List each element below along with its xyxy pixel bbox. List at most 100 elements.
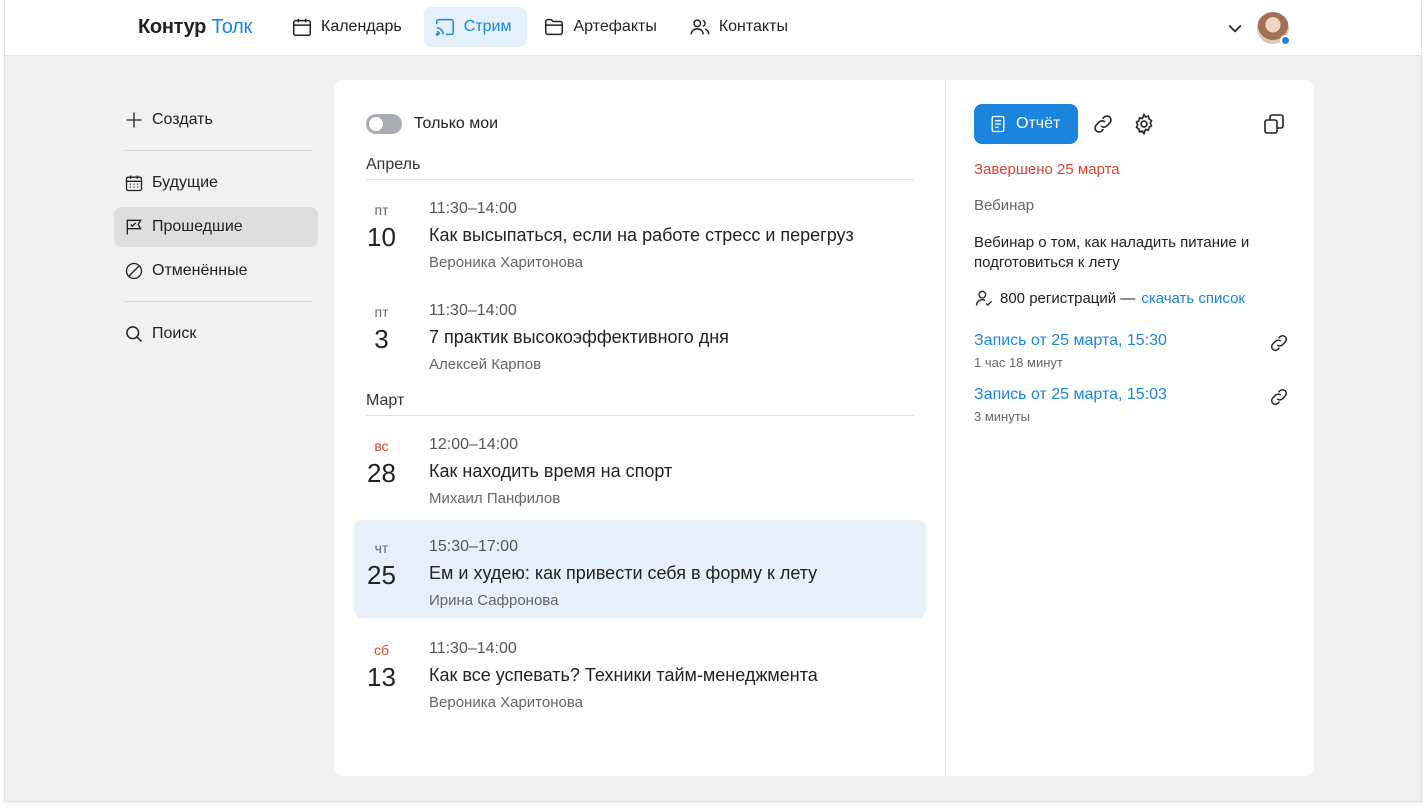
- sidebar-item-past[interactable]: Прошедшие: [114, 207, 318, 247]
- sidebar-item-label: Отменённые: [152, 262, 248, 279]
- nav-artifacts[interactable]: Артефакты: [533, 7, 672, 47]
- copy-link-button[interactable]: [1091, 112, 1115, 136]
- avatar[interactable]: [1257, 12, 1291, 46]
- link-icon: [1091, 112, 1115, 136]
- event-time: 12:00–14:00: [429, 436, 518, 453]
- flag-icon: [124, 217, 144, 237]
- app-logo[interactable]: Контур Толк: [138, 16, 252, 39]
- app-window: Контур Толк Календарь Стрим Артефакты Ко…: [4, 0, 1422, 802]
- nav-calendar[interactable]: Календарь: [281, 7, 418, 47]
- sidebar-item-label: Поиск: [152, 325, 197, 342]
- sidebar-item-upcoming[interactable]: Будущие: [114, 163, 318, 203]
- event-status: Завершено 25 марта: [974, 161, 1120, 178]
- nav-label: Артефакты: [573, 18, 657, 35]
- event-list: Только мои Апрель пт 10 11:30–14:00 Как …: [334, 80, 946, 776]
- event-description: Вебинар о том, как наладить питание и по…: [974, 234, 1250, 271]
- recording-link[interactable]: Запись от 25 марта, 15:03: [974, 386, 1290, 404]
- duplicate-button[interactable]: [1262, 112, 1286, 136]
- nav-label: Стрим: [463, 18, 512, 35]
- event-item[interactable]: пт 10 11:30–14:00 Как высыпаться, если н…: [354, 182, 926, 280]
- event-host: Вероника Харитонова: [429, 694, 583, 711]
- plus-icon: [124, 110, 144, 130]
- only-mine-label: Только мои: [414, 115, 499, 132]
- create-label: Создать: [152, 111, 213, 128]
- gear-icon: [1132, 112, 1156, 136]
- event-weekday: чт: [374, 540, 389, 556]
- report-label: Отчёт: [1016, 115, 1061, 132]
- nav-stream[interactable]: Стрим: [423, 7, 528, 47]
- event-host: Михаил Панфилов: [429, 490, 561, 507]
- event-day: 10: [367, 222, 396, 252]
- registrations-count: 800 регистраций —: [1000, 289, 1136, 307]
- main-nav: Календарь Стрим Артефакты Контакты: [281, 7, 804, 47]
- event-type: Вебинар: [974, 197, 1035, 214]
- nav-contacts[interactable]: Контакты: [679, 7, 804, 47]
- download-list-link[interactable]: скачать список: [1141, 290, 1245, 307]
- only-mine-toggle[interactable]: [366, 114, 402, 134]
- event-host: Вероника Харитонова: [429, 254, 583, 271]
- event-item[interactable]: сб 13 11:30–14:00 Как все успевать? Техн…: [354, 622, 926, 720]
- create-button[interactable]: Создать: [114, 100, 318, 140]
- settings-button[interactable]: [1132, 112, 1156, 136]
- nav-label: Календарь: [321, 18, 402, 35]
- main-card: Только мои Апрель пт 10 11:30–14:00 Как …: [334, 80, 1314, 776]
- document-icon: [988, 114, 1008, 134]
- recording-item[interactable]: Запись от 25 марта, 15:30 1 час 18 минут: [974, 332, 1290, 370]
- sidebar-item-label: Будущие: [152, 174, 218, 191]
- event-title: Как все успевать? Техники тайм-менеджмен…: [429, 665, 818, 685]
- user-check-icon: [974, 288, 994, 308]
- recording-duration: 3 минуты: [974, 409, 1031, 424]
- event-time: 15:30–17:00: [429, 538, 518, 555]
- calendar-grid-icon: [124, 173, 144, 193]
- month-header: Март: [366, 392, 914, 416]
- event-title: Ем и худею: как привести себя в форму к …: [429, 563, 818, 583]
- event-item[interactable]: пт 3 11:30–14:00 7 практик высокоэффекти…: [354, 284, 926, 382]
- user-menu[interactable]: [1225, 12, 1291, 46]
- nav-label: Контакты: [718, 18, 788, 35]
- recording-link[interactable]: Запись от 25 марта, 15:30: [974, 332, 1290, 350]
- sidebar-item-search[interactable]: Поиск: [114, 314, 318, 354]
- recording-duration: 1 час 18 минут: [974, 355, 1063, 370]
- only-mine-filter[interactable]: Только мои: [366, 114, 498, 134]
- sidebar: Создать Будущие Прошедшие Отменённые Пои…: [114, 100, 318, 358]
- event-weekday: сб: [373, 642, 390, 658]
- chevron-down-icon[interactable]: [1225, 18, 1245, 38]
- calendar-icon: [291, 16, 313, 38]
- event-time: 11:30–14:00: [429, 302, 517, 319]
- registrations-row: 800 регистраций — скачать список: [974, 288, 1245, 308]
- event-title: Как высыпаться, если на работе стресс и …: [429, 225, 854, 245]
- event-host: Алексей Карпов: [429, 356, 542, 373]
- link-icon[interactable]: [1268, 386, 1290, 408]
- event-weekday: пт: [374, 202, 389, 218]
- divider: [124, 301, 312, 302]
- sidebar-item-label: Прошедшие: [152, 218, 243, 235]
- event-day: 13: [367, 662, 396, 692]
- toggle-knob: [369, 117, 383, 131]
- online-status-dot: [1280, 35, 1291, 46]
- event-item[interactable]: вс 28 12:00–14:00 Как находить время на …: [354, 418, 926, 516]
- top-bar: Контур Толк Календарь Стрим Артефакты Ко…: [5, 0, 1421, 56]
- event-item-selected[interactable]: чт 25 15:30–17:00 Ем и худею: как привес…: [354, 520, 926, 618]
- event-day: 28: [367, 458, 396, 488]
- month-header: Апрель: [366, 156, 914, 180]
- event-day: 25: [367, 560, 396, 590]
- stream-icon: [434, 16, 456, 38]
- event-weekday: пт: [374, 304, 389, 320]
- cancel-icon: [124, 261, 144, 281]
- event-host: Ирина Сафронова: [429, 592, 559, 609]
- event-title: Как находить время на спорт: [429, 461, 673, 481]
- event-weekday: вс: [374, 438, 389, 454]
- recording-item[interactable]: Запись от 25 марта, 15:03 3 минуты: [974, 386, 1290, 424]
- event-title: 7 практик высокоэффективного дня: [429, 327, 729, 347]
- event-day: 3: [374, 324, 389, 354]
- search-icon: [124, 324, 144, 344]
- event-details: Отчёт Завершено 25 марта Вебинар Вебинар…: [970, 80, 1314, 776]
- copy-icon: [1262, 112, 1286, 136]
- report-button[interactable]: Отчёт: [974, 104, 1079, 144]
- contacts-icon: [689, 16, 711, 38]
- event-time: 11:30–14:00: [429, 200, 517, 217]
- link-icon[interactable]: [1268, 332, 1290, 354]
- divider: [124, 150, 312, 151]
- sidebar-item-cancelled[interactable]: Отменённые: [114, 251, 318, 291]
- event-time: 11:30–14:00: [429, 640, 517, 657]
